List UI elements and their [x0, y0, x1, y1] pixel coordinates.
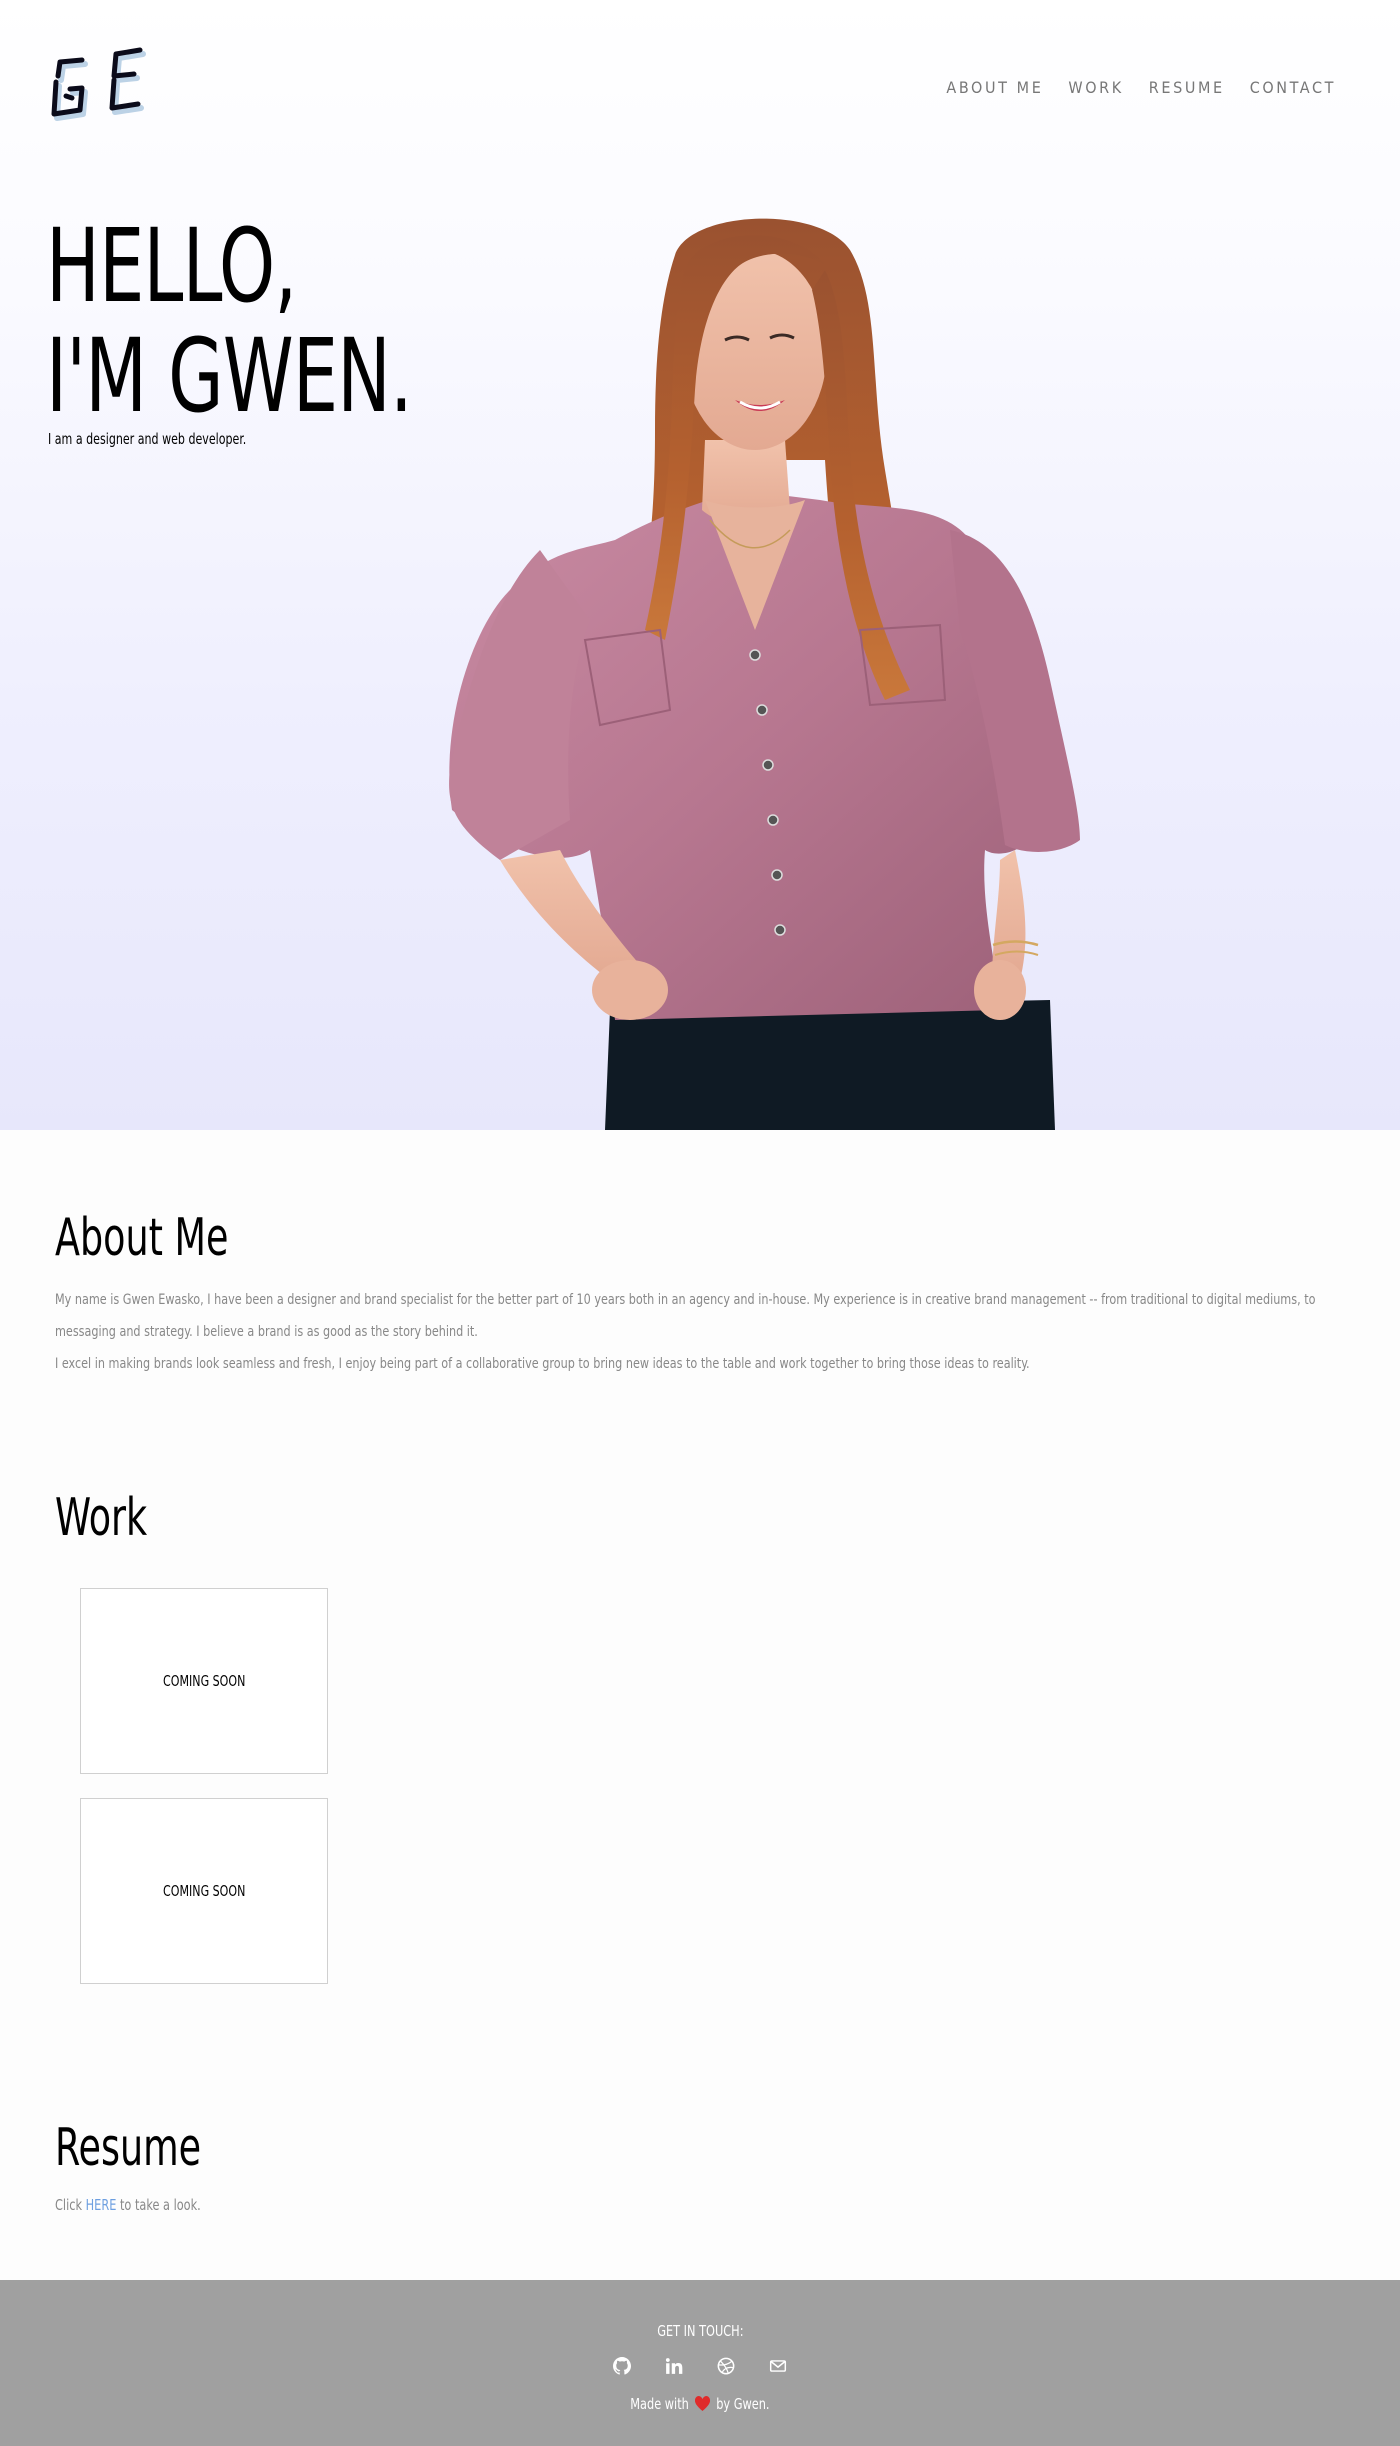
hero-section: ABOUT ME WORK RESUME CONTACT HELLO, I'M …	[0, 0, 1400, 1130]
main-nav: ABOUT ME WORK RESUME CONTACT	[946, 77, 1336, 99]
about-text: My name is Gwen Ewasko, I have been a de…	[55, 1284, 1375, 1380]
nav-contact[interactable]: CONTACT	[1250, 77, 1336, 99]
nav-resume[interactable]: RESUME	[1149, 77, 1225, 99]
resume-prefix: Click	[55, 2196, 83, 2214]
hero-title: HELLO, I'M GWEN.	[46, 207, 413, 436]
work-heading: Work	[55, 1488, 148, 1548]
mail-icon[interactable]	[768, 2356, 788, 2376]
hero-title-line1: HELLO,	[46, 207, 297, 326]
hero-title-line2: I'M GWEN.	[46, 317, 413, 436]
linkedin-icon[interactable]	[664, 2356, 684, 2376]
about-heading: About Me	[55, 1208, 229, 1268]
social-links	[0, 2356, 1400, 2376]
work-card[interactable]: COMING SOON	[80, 1798, 328, 1984]
footer-title: GET IN TOUCH:	[656, 2322, 744, 2340]
heart-icon	[695, 2396, 711, 2411]
hero-subtitle: I am a designer and web developer.	[48, 430, 247, 448]
resume-heading: Resume	[55, 2118, 202, 2178]
work-card[interactable]: COMING SOON	[80, 1588, 328, 1774]
work-card-label: COMING SOON	[162, 1882, 246, 1900]
resume-link[interactable]: HERE	[86, 2196, 117, 2214]
made-suffix: by Gwen.	[716, 2395, 770, 2413]
nav-work[interactable]: WORK	[1068, 77, 1123, 99]
footer: GET IN TOUCH: Made with by Gwen.	[0, 2280, 1400, 2446]
nav-about-me[interactable]: ABOUT ME	[946, 77, 1043, 99]
made-prefix: Made with	[630, 2395, 689, 2413]
about-paragraph-2: I excel in making brands look seamless a…	[55, 1356, 1030, 1372]
resume-suffix: to take a look.	[119, 2196, 201, 2214]
work-card-label: COMING SOON	[162, 1672, 246, 1690]
resume-text: Click HERE to take a look.	[55, 2196, 201, 2214]
github-icon[interactable]	[612, 2356, 632, 2376]
dribbble-icon[interactable]	[716, 2356, 736, 2376]
made-with-text: Made with by Gwen.	[0, 2395, 1400, 2413]
about-paragraph-1: My name is Gwen Ewasko, I have been a de…	[55, 1292, 1316, 1340]
ge-logo[interactable]	[44, 42, 154, 128]
portrait-photo	[449, 218, 1080, 1130]
